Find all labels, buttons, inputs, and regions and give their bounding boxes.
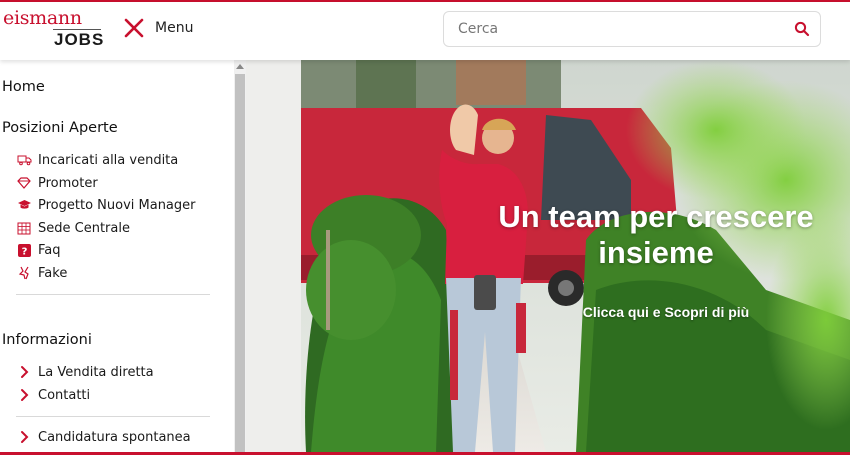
sidebar-item-contatti[interactable]: Contatti (16, 385, 90, 405)
sidebar-item-nuovi-manager[interactable]: Progetto Nuovi Manager (16, 195, 196, 215)
question-icon: ? (16, 242, 32, 258)
truck-icon (16, 152, 32, 168)
close-x-icon (123, 17, 145, 39)
hero-cta-link[interactable]: Clicca qui e Scopri di più (496, 304, 836, 320)
chevron-right-icon (16, 387, 32, 403)
sidebar-divider (16, 294, 210, 295)
sidebar-item-vendita-diretta[interactable]: La Vendita diretta (16, 362, 154, 382)
sidebar-item-label: Candidatura spontanea (38, 429, 191, 445)
menu-label: Menu (155, 20, 194, 36)
sidebar-item-home[interactable]: Home (2, 79, 45, 95)
graduation-cap-icon (16, 197, 32, 213)
search-icon[interactable] (794, 21, 810, 37)
sidebar-item-label: Fake (38, 265, 68, 281)
sidebar-item-candidatura[interactable]: Candidatura spontanea (16, 427, 191, 447)
sidebar-divider (16, 416, 210, 417)
sidebar-item-label: Sede Centrale (38, 220, 130, 236)
building-icon (16, 220, 32, 236)
eismann-jobs-logo[interactable]: eismann JOBS (3, 7, 103, 49)
sidebar-item-faq[interactable]: ? Faq (16, 240, 61, 260)
site-header: eismann JOBS Menu (0, 2, 850, 60)
hero-banner[interactable]: Un team per crescere insieme Clicca qui … (246, 60, 850, 452)
sidebar-item-fake[interactable]: Fake (16, 263, 67, 283)
sidebar-item-incaricati[interactable]: Incaricati alla vendita (16, 150, 178, 170)
scroll-up-arrow-icon[interactable] (236, 64, 244, 69)
sidebar-item-label: Progetto Nuovi Manager (38, 197, 196, 213)
scrollbar-thumb[interactable] (235, 74, 245, 452)
sidebar-item-label: Promoter (38, 175, 98, 191)
menu-toggle-button[interactable]: Menu (123, 16, 193, 40)
sidebar-item-label: Incaricati alla vendita (38, 152, 179, 168)
info-heading: Informazioni (2, 332, 92, 348)
logo-jobs-text: JOBS (54, 30, 105, 49)
fake-icon (16, 265, 32, 281)
sidebar-item-label: Faq (38, 242, 61, 258)
sidebar-menu: Home Posizioni Aperte Incaricati alla ve… (0, 60, 234, 452)
search-input[interactable] (458, 12, 778, 46)
logo-brand-text: eismann (3, 7, 82, 29)
svg-text:?: ? (21, 246, 27, 257)
sidebar-scrollbar[interactable] (234, 60, 246, 452)
search-box (443, 11, 821, 47)
sidebar-item-sede-centrale[interactable]: Sede Centrale (16, 218, 130, 238)
sidebar-item-promoter[interactable]: Promoter (16, 173, 98, 193)
chevron-right-icon (16, 429, 32, 445)
sidebar-item-label: Contatti (38, 387, 91, 403)
gem-icon (16, 175, 32, 191)
chevron-right-icon (16, 364, 32, 380)
open-positions-heading: Posizioni Aperte (2, 120, 118, 136)
hero-title: Un team per crescere insieme (498, 199, 814, 270)
sidebar-item-label: La Vendita diretta (38, 364, 154, 380)
